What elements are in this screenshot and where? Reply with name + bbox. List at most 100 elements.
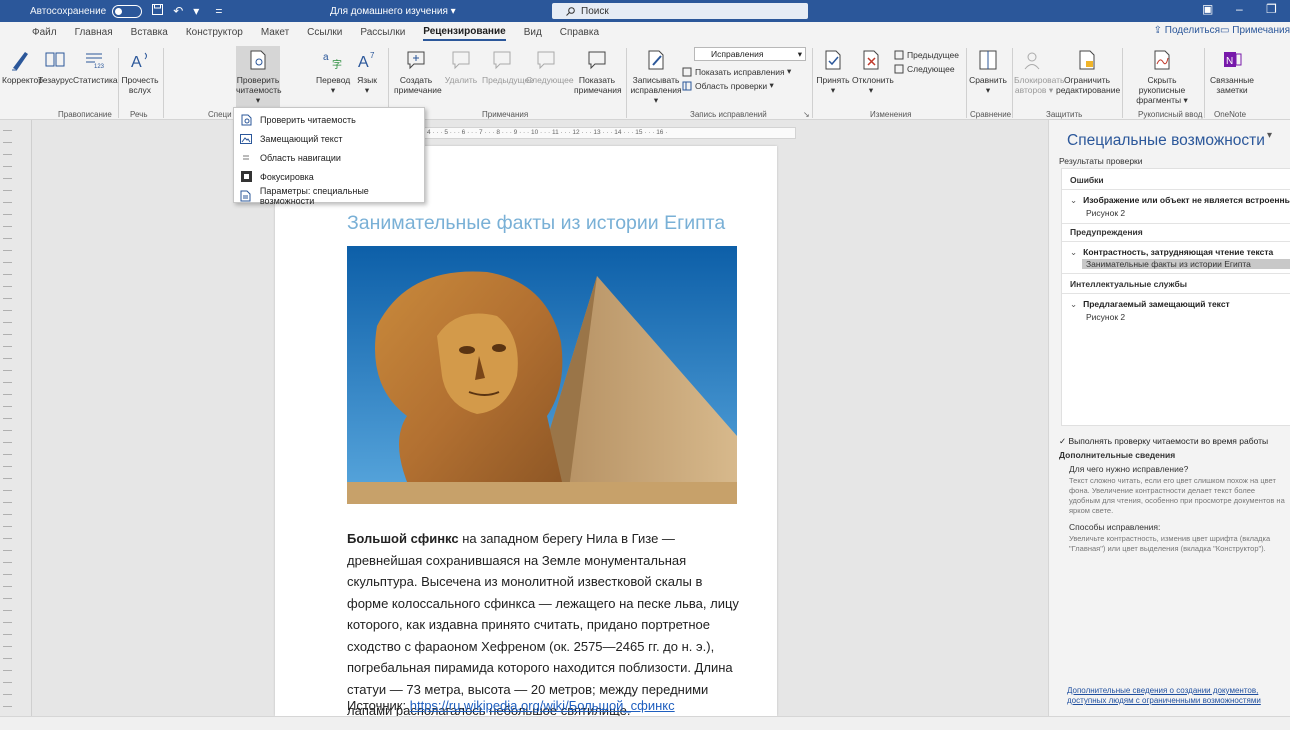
autosave-toggle[interactable] [112, 4, 143, 18]
menu-item-accessibility-options[interactable]: Параметры: специальные возможности [234, 186, 424, 206]
search-input[interactable]: Поиск [552, 3, 808, 19]
paragraph-bold-lead: Большой сфинкс [347, 531, 459, 546]
check-accessibility-button[interactable]: Проверить читаемость ▾ [236, 46, 282, 108]
source-link[interactable]: https://ru.wikipedia.org/wiki/Большой_сф… [410, 698, 675, 713]
save-icon[interactable] [152, 4, 164, 18]
translate-button[interactable]: a字 Перевод ▾ [316, 48, 350, 95]
sphinx-image[interactable] [347, 246, 737, 504]
compare-button[interactable]: Сравнить ▾ [968, 48, 1008, 95]
menu-item-alt-text[interactable]: Замещающий текст [234, 129, 424, 148]
svg-text:A: A [358, 54, 369, 71]
delete-comment-button[interactable]: Удалить [444, 48, 478, 85]
group-separator [626, 48, 627, 118]
ribbon-display-icon[interactable]: ▣ [1202, 2, 1213, 16]
linked-notes-button[interactable]: N Связанные заметки [1210, 48, 1254, 95]
status-bar [0, 716, 1290, 730]
minimize-icon[interactable]: – [1236, 2, 1243, 16]
why-fix-text: Текст сложно читать, если его цвет слишк… [1069, 476, 1285, 515]
thesaurus-button[interactable]: Тезаурус [38, 48, 73, 85]
restrict-editing-button[interactable]: Ограничить редактирование [1056, 48, 1120, 95]
tab-help[interactable]: Справка [560, 25, 599, 40]
previous-change-button[interactable]: Предыдущее [894, 50, 959, 60]
new-comment-button[interactable]: Создать примечание [394, 48, 442, 95]
menu-item-focus[interactable]: Фокусировка [234, 167, 424, 186]
navigation-pane-icon [240, 152, 252, 164]
markup-display-select[interactable]: Исправления ▾ [694, 47, 806, 61]
tab-references[interactable]: Ссылки [307, 25, 342, 40]
document-page[interactable]: Занимательные факты из истории Египта Бо… [275, 146, 777, 718]
group-special-label: Специ [208, 110, 232, 119]
editor-button[interactable]: Корректор [2, 48, 43, 85]
intelligent-service-item[interactable]: ⌄ Предлагаемый замещающий текст [1070, 299, 1230, 310]
previous-comment-button[interactable]: Предыдущее [482, 48, 534, 85]
show-markup-button[interactable]: Показать исправления ▾ [682, 66, 791, 77]
customize-qat-icon[interactable]: ▾ [193, 4, 199, 18]
accept-button[interactable]: Принять ▾ [816, 48, 850, 95]
group-comments-label: Примечания [482, 110, 529, 119]
menu-item-label: Область навигации [260, 152, 341, 163]
divider [1062, 223, 1290, 224]
group-separator [1012, 48, 1013, 118]
body-paragraph[interactable]: Большой сфинкс на западном берегу Нила в… [347, 528, 742, 722]
title-bar: Автосохранение ↶ ▾ = Для домашнего изуче… [0, 0, 1290, 22]
document-title[interactable]: Для домашнего изучения ▾ [330, 6, 456, 17]
sphinx-picture [347, 246, 737, 504]
read-aloud-button[interactable]: A Прочесть вслух [120, 48, 160, 95]
pane-options-icon[interactable]: ▾ [1267, 130, 1272, 141]
language-icon: A7 [358, 51, 375, 71]
accessible-docs-link[interactable]: Дополнительные сведения о создании докум… [1067, 686, 1290, 706]
menu-item-label: Фокусировка [260, 171, 314, 182]
warning-subitem[interactable]: Занимательные факты из истории Египта [1082, 259, 1290, 269]
next-comment-button[interactable]: Следующее [526, 48, 574, 85]
language-button[interactable]: A7 Язык ▾ [352, 48, 382, 95]
block-authors-button[interactable]: Блокировать авторов ▾ [1014, 48, 1064, 95]
errors-heading: Ошибки [1070, 175, 1104, 185]
show-comments-button[interactable]: Показать примечания [574, 48, 622, 95]
ruler-scale [3, 130, 12, 716]
menu-item-check-accessibility[interactable]: Проверить читаемость [234, 110, 424, 129]
pane-title: Специальные возможности [1067, 132, 1265, 149]
reject-button[interactable]: Отклонить ▾ [852, 48, 894, 95]
divider [1062, 273, 1290, 274]
tab-layout[interactable]: Макет [261, 25, 289, 40]
intelligent-service-subitem[interactable]: Рисунок 2 [1086, 312, 1125, 322]
reviewing-pane-button[interactable]: Область проверки ▾ [682, 80, 774, 91]
error-subitem[interactable]: Рисунок 2 [1086, 208, 1125, 218]
track-changes-button[interactable]: Записывать исправления ▾ [628, 48, 684, 105]
accessibility-check-icon [250, 50, 266, 70]
tab-file[interactable]: Файл [32, 25, 57, 40]
restore-icon[interactable]: ❐ [1266, 2, 1277, 16]
qat-more-icon[interactable]: = [215, 4, 222, 18]
read-aloud-icon: A [131, 52, 147, 71]
menu-item-label: Замещающий текст [260, 133, 343, 144]
menu-item-navigation-pane[interactable]: Область навигации [234, 148, 424, 167]
next-comment-icon [537, 51, 555, 70]
group-changes-label: Изменения [870, 110, 912, 119]
tab-view[interactable]: Вид [524, 25, 542, 40]
share-button[interactable]: ⇪ Поделиться [1154, 25, 1220, 36]
accessibility-check-icon [240, 114, 252, 126]
autosave-label: Автосохранение [30, 5, 107, 17]
svg-text:7: 7 [370, 51, 375, 60]
group-onenote-label: OneNote [1214, 110, 1247, 119]
tracking-dialog-launcher-icon[interactable]: ↘ [803, 110, 810, 119]
search-icon [566, 6, 575, 16]
svg-text:123: 123 [94, 64, 105, 70]
warning-item[interactable]: ⌄ Контрастность, затрудняющая чтение текс… [1070, 247, 1273, 258]
undo-icon[interactable]: ↶ [173, 4, 183, 18]
tab-mailings[interactable]: Рассылки [360, 25, 405, 40]
track-changes-icon [648, 50, 664, 70]
tab-review[interactable]: Рецензирование [423, 24, 506, 41]
word-count-button[interactable]: 123 Статистика [73, 48, 118, 85]
error-item[interactable]: ⌄ Изображение или объект не является встр… [1070, 195, 1290, 206]
group-tracking-label: Запись исправлений [690, 110, 767, 119]
tab-design[interactable]: Конструктор [186, 25, 243, 40]
comments-button[interactable]: ▭ Примечания [1220, 25, 1290, 36]
group-proofing-label: Правописание [58, 110, 112, 119]
tab-home[interactable]: Главная [75, 25, 113, 40]
next-change-button[interactable]: Следующее [894, 64, 955, 74]
hide-ink-button[interactable]: Скрыть рукописные фрагменты ▾ [1124, 48, 1200, 105]
divider [1062, 189, 1290, 190]
keep-checking-checkbox[interactable]: ✓ Выполнять проверку читаемости во время… [1059, 436, 1268, 447]
tab-insert[interactable]: Вставка [131, 25, 168, 40]
